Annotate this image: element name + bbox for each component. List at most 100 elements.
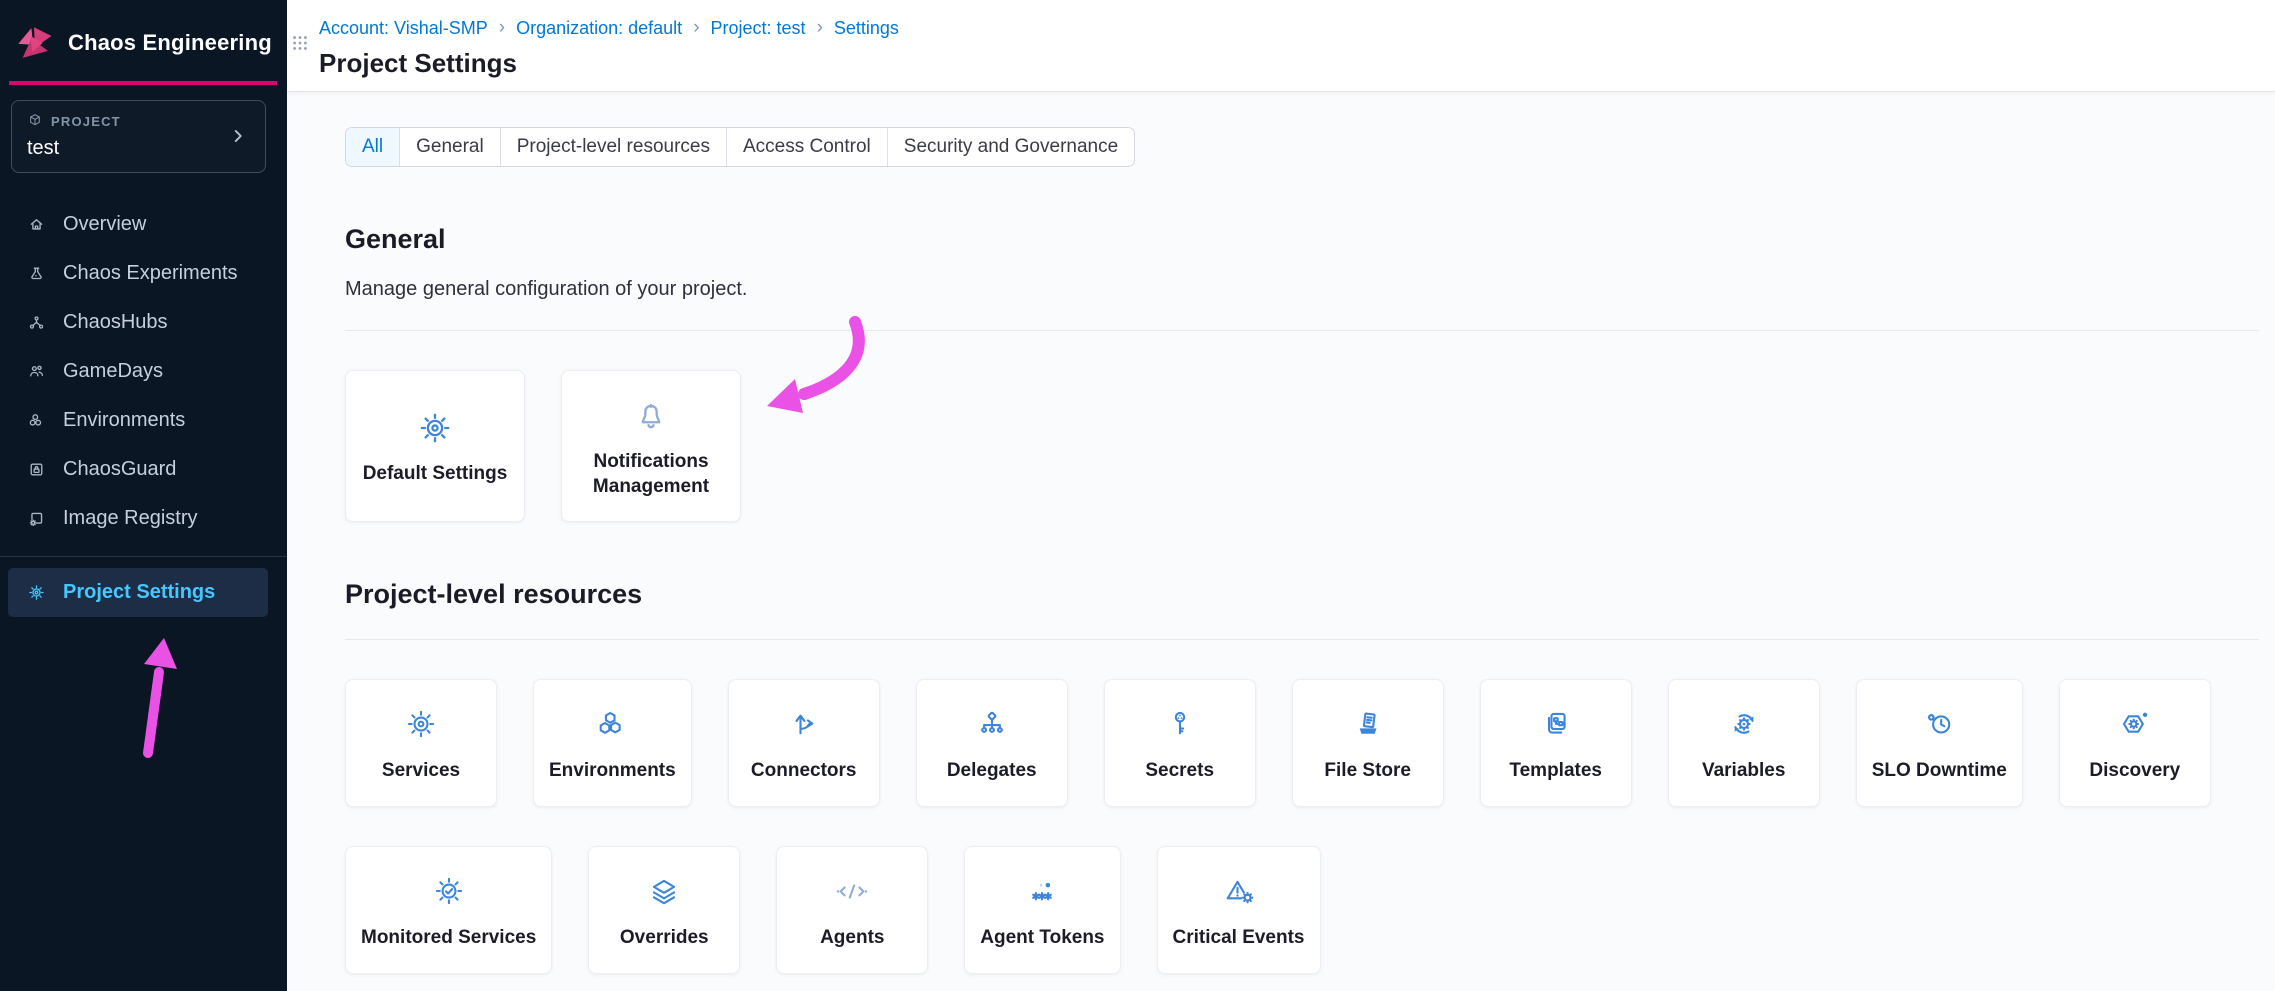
card-connectors[interactable]: Connectors <box>728 679 880 807</box>
bell-icon <box>628 393 674 439</box>
card-label: Overrides <box>620 925 709 950</box>
sidebar: Chaos Engineering PROJECT test <box>0 0 287 991</box>
cube-icon <box>27 112 43 131</box>
card-row: Default Settings Notifications Management <box>345 370 2259 522</box>
module-grid-icon[interactable] <box>285 28 315 58</box>
card-label: Notifications Management <box>577 449 725 499</box>
environments-icon <box>25 409 48 432</box>
main-area: Account: Vishal-SMP › Organization: defaul… <box>287 0 2275 991</box>
sidebar-item-label: GameDays <box>63 360 163 383</box>
sidebar-item-label: ChaosGuard <box>63 458 176 481</box>
variables-icon <box>1723 703 1765 745</box>
card-row: Services Environments Connectors Delegates S… <box>345 679 2259 807</box>
card-templates[interactable]: Templates <box>1480 679 1632 807</box>
brand-accent-line <box>9 81 277 85</box>
key-icon <box>1159 703 1201 745</box>
card-row: Monitored Services Overrides Agents Agent T… <box>345 846 2259 974</box>
card-environments[interactable]: Environments <box>533 679 692 807</box>
card-agent-tokens[interactable]: Agent Tokens <box>964 846 1120 974</box>
sidebar-item-chaos-experiments[interactable]: Chaos Experiments <box>0 249 287 298</box>
sidebar-item-project-settings[interactable]: Project Settings <box>8 568 268 617</box>
delegates-icon <box>971 703 1013 745</box>
users-icon <box>25 360 48 383</box>
breadcrumb-link-organization-default[interactable]: Organization: default <box>516 18 682 39</box>
card-variables[interactable]: Variables <box>1668 679 1820 807</box>
sidebar-item-chaosguard[interactable]: ChaosGuard <box>0 445 287 494</box>
flask-icon <box>25 262 48 285</box>
sidebar-item-label: Project Settings <box>63 581 215 604</box>
project-label: PROJECT <box>51 114 121 129</box>
chevron-right-icon <box>227 125 249 147</box>
tab-access-control[interactable]: Access Control <box>727 128 888 166</box>
breadcrumb-separator: › <box>499 17 505 39</box>
card-label: Variables <box>1702 758 1785 783</box>
breadcrumb-link-settings[interactable]: Settings <box>834 18 899 39</box>
hexagons-icon <box>591 703 633 745</box>
card-discovery[interactable]: Discovery <box>2059 679 2211 807</box>
layers-icon <box>643 870 685 912</box>
tab-project-level-resources[interactable]: Project-level resources <box>501 128 727 166</box>
registry-icon <box>25 507 48 530</box>
page-header: Account: Vishal-SMP › Organization: defaul… <box>287 0 2275 92</box>
home-icon <box>25 213 48 236</box>
tokens-icon <box>1021 870 1063 912</box>
gear-check-icon <box>428 870 470 912</box>
card-delegates[interactable]: Delegates <box>916 679 1068 807</box>
card-critical-events[interactable]: Critical Events <box>1157 846 1321 974</box>
sidebar-item-overview[interactable]: Overview <box>0 200 287 249</box>
section-description: Manage general configuration of your pro… <box>345 278 2259 301</box>
shield-lock-icon <box>25 458 48 481</box>
breadcrumb-link-account-vishal-smp[interactable]: Account: Vishal-SMP <box>319 18 488 39</box>
card-overrides[interactable]: Overrides <box>588 846 740 974</box>
sidebar-item-environments[interactable]: Environments <box>0 396 287 445</box>
project-name: test <box>27 137 227 160</box>
card-label: Agent Tokens <box>980 925 1104 950</box>
card-agents[interactable]: Agents <box>776 846 928 974</box>
section-title-general: General <box>345 224 2259 255</box>
card-label: Discovery <box>2089 758 2180 783</box>
settings-tabs: AllGeneralProject-level resourcesAccess … <box>345 127 1135 167</box>
sidebar-item-label: Overview <box>63 213 146 236</box>
tab-all[interactable]: All <box>346 128 400 166</box>
discovery-icon <box>2114 703 2156 745</box>
project-selector[interactable]: PROJECT test <box>11 100 266 173</box>
card-label: File Store <box>1324 758 1411 783</box>
section-title-project-level-resources: Project-level resources <box>345 579 2259 610</box>
app-title: Chaos Engineering <box>68 30 272 56</box>
warning-gear-icon <box>1218 870 1260 912</box>
chaos-engineering-logo-icon <box>13 22 55 64</box>
connectors-icon <box>783 703 825 745</box>
tab-security-and-governance[interactable]: Security and Governance <box>888 128 1134 166</box>
card-default-settings[interactable]: Default Settings <box>345 370 525 522</box>
card-label: Monitored Services <box>361 925 536 950</box>
card-label: Templates <box>1509 758 1602 783</box>
card-label: Connectors <box>751 758 857 783</box>
card-notifications-management[interactable]: Notifications Management <box>561 370 741 522</box>
card-label: Agents <box>820 925 884 950</box>
card-monitored-services[interactable]: Monitored Services <box>345 846 552 974</box>
tab-general[interactable]: General <box>400 128 501 166</box>
clock-icon <box>1918 703 1960 745</box>
card-label: Default Settings <box>363 461 508 486</box>
templates-icon <box>1535 703 1577 745</box>
gear-icon <box>25 581 48 604</box>
gear-icon <box>400 703 442 745</box>
gear-icon <box>412 405 458 451</box>
card-secrets[interactable]: Secrets <box>1104 679 1256 807</box>
card-services[interactable]: Services <box>345 679 497 807</box>
sidebar-item-gamedays[interactable]: GameDays <box>0 347 287 396</box>
file-store-icon <box>1347 703 1389 745</box>
settings-sections: General Manage general configuration of y… <box>345 224 2259 974</box>
sidebar-item-label: ChaosHubs <box>63 311 168 334</box>
section-divider <box>345 639 2259 640</box>
breadcrumb-link-project-test[interactable]: Project: test <box>711 18 806 39</box>
card-label: Secrets <box>1145 758 1214 783</box>
card-file-store[interactable]: File Store <box>1292 679 1444 807</box>
sidebar-item-chaoshubs[interactable]: ChaosHubs <box>0 298 287 347</box>
card-label: Environments <box>549 758 676 783</box>
card-slo-downtime[interactable]: SLO Downtime <box>1856 679 2023 807</box>
sidebar-item-label: Chaos Experiments <box>63 262 238 285</box>
sidebar-item-image-registry[interactable]: Image Registry <box>0 494 287 543</box>
breadcrumb: Account: Vishal-SMP › Organization: defaul… <box>319 17 2275 39</box>
breadcrumb-separator: › <box>693 17 699 39</box>
